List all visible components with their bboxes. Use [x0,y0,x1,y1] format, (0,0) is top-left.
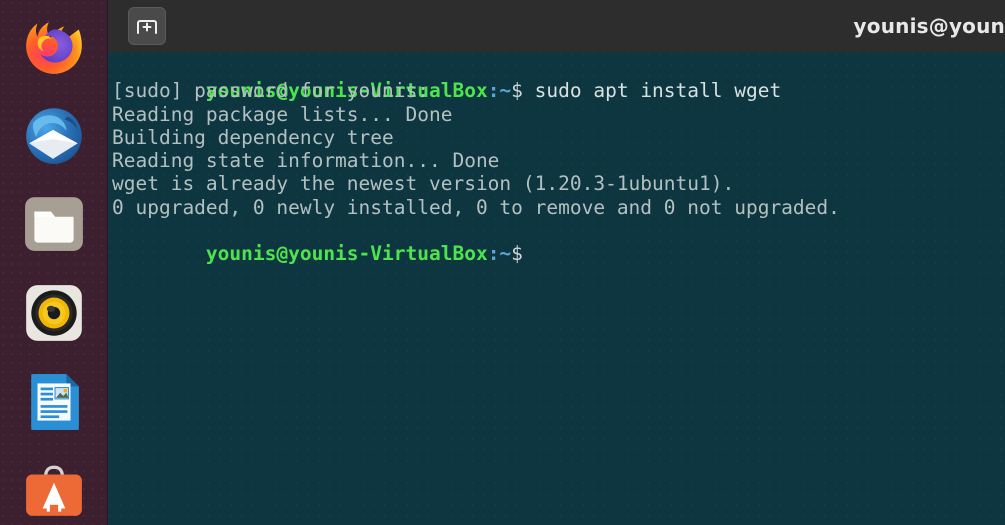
terminal-line: younis@younis-VirtualBox:~$ sudo apt ins… [112,56,1005,102]
firefox-icon [25,22,82,74]
dock-item-thunderbird[interactable] [16,97,92,173]
document-writer-icon [30,374,79,430]
software-store-icon [25,465,82,516]
terminal-command: sudo apt install wget [522,79,782,103]
terminal-line: Reading package lists... Done [112,102,453,126]
prompt-path: :~ [487,242,512,266]
prompt-path: :~ [487,79,512,103]
prompt-sigil: $ [511,242,523,266]
folder-icon [24,197,83,251]
thunderbird-mail-icon [25,108,82,164]
terminal-line: Reading state information... Done [112,149,500,173]
desktop-screen: younis@youn younis@younis-VirtualBox:~$ … [0,0,1005,525]
terminal-line: wget is already the newest version (1.20… [112,172,735,196]
window-title: younis@youn [853,14,1005,38]
terminal-window: younis@youn younis@younis-VirtualBox:~$ … [108,0,1005,525]
ubuntu-dock [0,0,108,525]
dock-item-libreoffice-writer[interactable] [16,364,92,440]
terminal-output-area[interactable]: younis@younis-VirtualBox:~$ sudo apt ins… [108,52,1005,525]
new-tab-plus-icon [137,20,157,34]
dock-item-ubuntu-software[interactable] [16,453,92,525]
prompt-sigil: $ [511,79,523,103]
terminal-command [523,242,535,265]
music-player-icon [25,285,82,341]
new-tab-button[interactable] [128,7,166,45]
terminal-line: younis@younis-VirtualBox:~$ [112,219,1005,265]
terminal-titlebar: younis@youn [108,0,1005,52]
terminal-line: 0 upgraded, 0 newly installed, 0 to remo… [112,195,840,219]
dock-item-rhythmbox[interactable] [16,275,92,351]
terminal-line: Building dependency tree [112,125,394,149]
prompt-user-host: younis@younis-VirtualBox [205,242,488,266]
dock-item-files[interactable] [16,186,92,262]
dock-item-firefox[interactable] [16,8,92,84]
